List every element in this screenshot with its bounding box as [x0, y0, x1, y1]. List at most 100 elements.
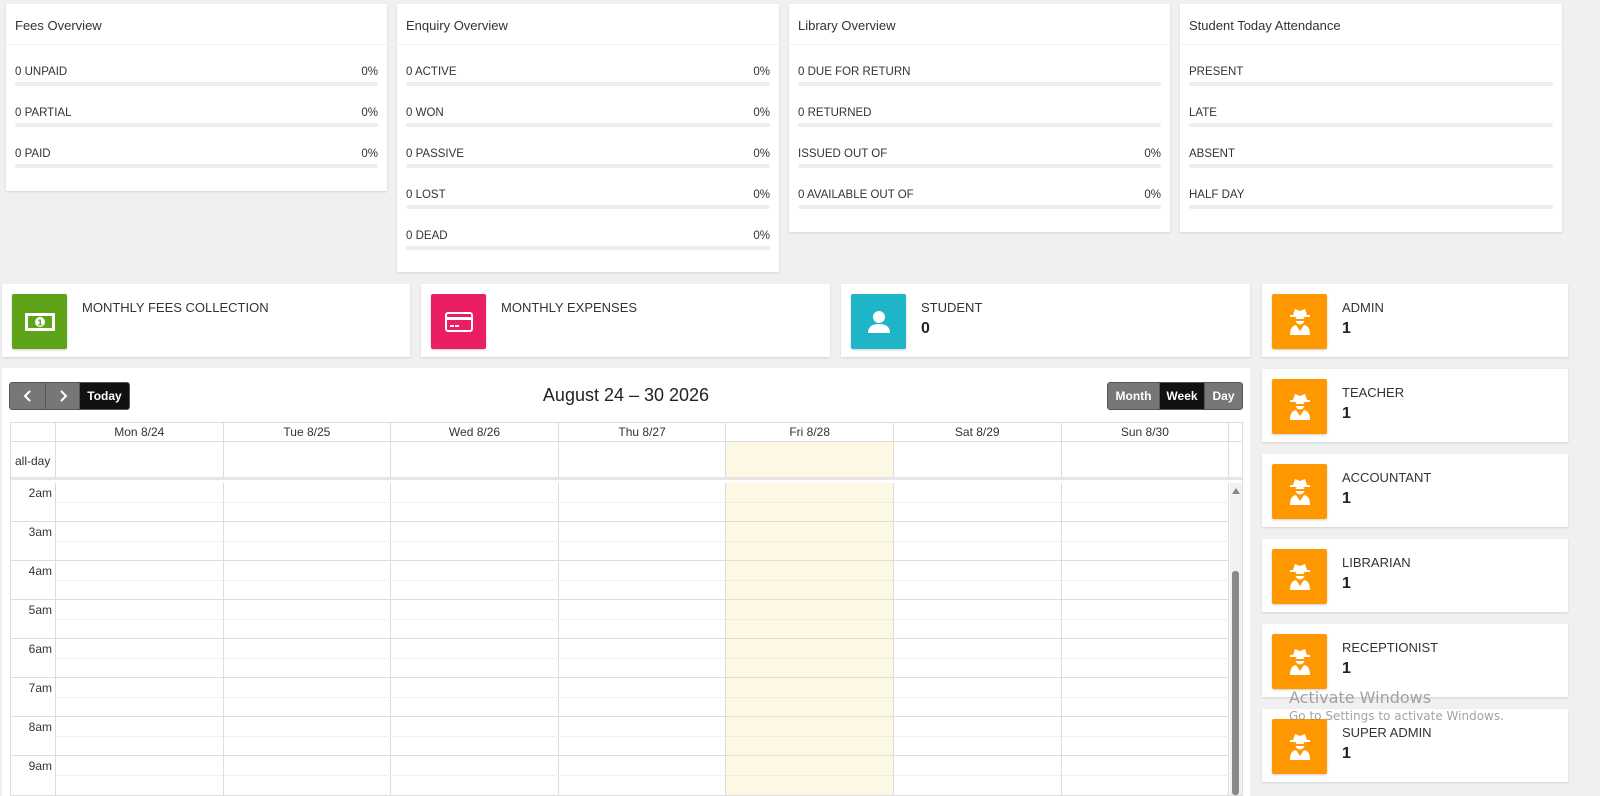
all-day-cell[interactable] [1062, 442, 1230, 477]
info-value: 1 [1342, 660, 1351, 677]
overview-row: HALF DAY [1189, 168, 1553, 209]
staff-count-box[interactable]: RECEPTIONIST 1 [1262, 624, 1568, 697]
student-count-box[interactable]: STUDENT 0 [841, 284, 1250, 357]
overview-row: 0 UNPAID 0% [15, 45, 378, 86]
overview-row-percent: 0% [753, 148, 770, 160]
half-hour-line [56, 658, 1229, 659]
calendar-grid: Mon 8/24 Tue 8/25 Wed 8/26 Thu 8/27 Fri 8/28… [10, 422, 1243, 796]
overview-row-label: 0 PARTIAL [15, 107, 72, 119]
monthly-expenses-box[interactable]: MONTHLY EXPENSES [421, 284, 830, 357]
scrollbar[interactable] [1230, 483, 1242, 795]
windows-activation-watermark: Activate Windows Go to Settings to activ… [1289, 688, 1504, 723]
day-column[interactable] [559, 483, 727, 795]
overview-row-percent: 0% [361, 66, 378, 78]
day-header: Sun 8/30 [1062, 423, 1230, 441]
day-column[interactable] [56, 483, 224, 795]
staff-count-box[interactable]: ACCOUNTANT 1 [1262, 454, 1568, 527]
all-day-cell[interactable] [391, 442, 559, 477]
user-icon [851, 294, 906, 349]
month-view-button[interactable]: Month [1108, 383, 1160, 409]
panel-title: Enquiry Overview [397, 4, 779, 45]
overview-row-label: LATE [1189, 107, 1217, 119]
staff-count-box[interactable]: ADMIN 1 [1262, 284, 1568, 357]
info-label: TEACHER [1342, 385, 1405, 400]
info-value: 1 [1342, 490, 1351, 507]
fees-overview-panel: Fees Overview 0 UNPAID 0% 0 PARTIAL 0% 0 PAI… [6, 4, 387, 191]
staff-count-box[interactable]: TEACHER 1 [1262, 369, 1568, 442]
calendar-view-group: Month Week Day [1107, 382, 1243, 410]
hour-line [11, 560, 1229, 561]
day-header: Wed 8/26 [391, 423, 559, 441]
overview-row: 0 DUE FOR RETURN [798, 45, 1161, 86]
overview-row-label: 0 ACTIVE [406, 66, 457, 78]
all-day-cell[interactable] [726, 442, 894, 477]
overview-row: 0 PASSIVE 0% [406, 127, 770, 168]
overview-row-percent: 0% [361, 148, 378, 160]
overview-row-label: PRESENT [1189, 66, 1244, 78]
time-label: 2am [28, 486, 52, 500]
info-label: SUPER ADMIN [1342, 725, 1432, 740]
info-label: MONTHLY FEES COLLECTION [82, 300, 269, 315]
day-header: Sat 8/29 [894, 423, 1062, 441]
info-label: MONTHLY EXPENSES [501, 300, 638, 315]
info-value: 0 [921, 320, 930, 337]
overview-row-percent: 0% [361, 107, 378, 119]
scroll-up-icon[interactable] [1232, 488, 1240, 494]
staff-count-box[interactable]: LIBRARIAN 1 [1262, 539, 1568, 612]
all-day-cell[interactable] [56, 442, 224, 477]
all-day-cell[interactable] [559, 442, 727, 477]
all-day-cell[interactable] [894, 442, 1062, 477]
scroll-thumb[interactable] [1232, 571, 1239, 795]
credit-card-icon [431, 294, 486, 349]
overview-row: 0 LOST 0% [406, 168, 770, 209]
week-view-button[interactable]: Week [1160, 383, 1205, 409]
day-column[interactable] [894, 483, 1062, 795]
calendar-header-row: Mon 8/24 Tue 8/25 Wed 8/26 Thu 8/27 Fri 8/28… [11, 423, 1242, 442]
day-header: Fri 8/28 [726, 423, 894, 441]
day-column[interactable] [391, 483, 559, 795]
overview-row: LATE [1189, 86, 1553, 127]
half-hour-line [56, 541, 1229, 542]
overview-row-label: ISSUED OUT OF [798, 148, 888, 160]
panel-title: Library Overview [789, 4, 1170, 45]
hour-line [11, 599, 1229, 600]
hour-line [11, 677, 1229, 678]
overview-row: PRESENT [1189, 45, 1553, 86]
half-hour-line [56, 736, 1229, 737]
day-column[interactable] [726, 483, 894, 795]
overview-row-percent: 0% [1144, 189, 1161, 201]
overview-row-label: 0 DEAD [406, 230, 448, 242]
time-label: 8am [28, 720, 52, 734]
svg-text:1: 1 [37, 318, 43, 327]
attendance-overview-panel: Student Today Attendance PRESENT LATE ABSE… [1180, 4, 1562, 232]
time-grid[interactable]: 2am 3am 4am 5am 6am 7am 8am 9am [11, 483, 1242, 795]
progress-bar [798, 205, 1161, 209]
info-label: ADMIN [1342, 300, 1384, 315]
time-label: 6am [28, 642, 52, 656]
calendar-title: August 24 – 30 2026 [542, 385, 710, 405]
overview-row: 0 PAID 0% [15, 127, 378, 168]
calendar: Today August 24 – 30 2026 Month Week Day… [2, 368, 1250, 796]
monthly-fees-collection-box[interactable]: 1 MONTHLY FEES COLLECTION [2, 284, 410, 357]
overview-row-label: 0 PASSIVE [406, 148, 464, 160]
day-view-button[interactable]: Day [1205, 383, 1242, 409]
all-day-cell[interactable] [224, 442, 392, 477]
overview-row-percent: 0% [753, 66, 770, 78]
time-label: 9am [28, 759, 52, 773]
panel-title: Fees Overview [6, 4, 387, 45]
overview-row: 0 PARTIAL 0% [15, 86, 378, 127]
info-value: 1 [1342, 320, 1351, 337]
progress-bar [406, 246, 770, 250]
overview-row: 0 WON 0% [406, 86, 770, 127]
day-header: Tue 8/25 [224, 423, 392, 441]
time-gutter-header [11, 423, 56, 441]
overview-row: 0 DEAD 0% [406, 209, 770, 250]
day-column[interactable] [224, 483, 392, 795]
day-column[interactable] [1062, 483, 1230, 795]
half-hour-line [56, 580, 1229, 581]
overview-row-label: 0 RETURNED [798, 107, 872, 119]
user-secret-icon [1272, 634, 1327, 689]
overview-row-label: 0 WON [406, 107, 444, 119]
half-hour-line [56, 775, 1229, 776]
overview-row: 0 ACTIVE 0% [406, 45, 770, 86]
